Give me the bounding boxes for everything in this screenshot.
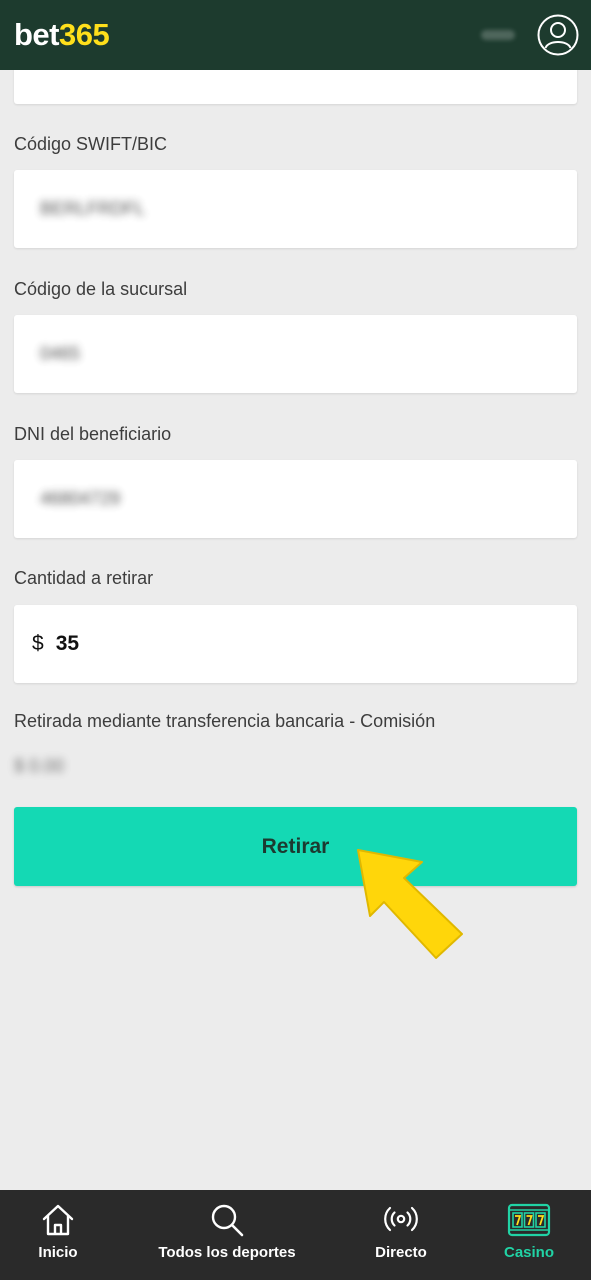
nav-item-casino[interactable]: Casino (482, 1190, 576, 1280)
branch-label: Código de la sucursal (14, 279, 188, 299)
home-icon (42, 1204, 74, 1236)
swift-label: Código SWIFT/BIC (14, 134, 168, 154)
amount-value: 35 (55, 632, 80, 655)
slot-machine-icon (507, 1203, 551, 1237)
bet365-logo[interactable]: bet 365 (14, 17, 110, 53)
amount-input[interactable]: $ 35 (32, 632, 79, 656)
nav-item-all-sports[interactable]: Todos los deportes (143, 1190, 311, 1280)
withdrawal-page: Código SWIFT/BIC BERLFRDFL Código de la … (0, 0, 591, 1280)
account-icon[interactable] (537, 14, 579, 56)
dni-value: 46804729 (40, 488, 121, 509)
logo-number: 365 (59, 17, 110, 52)
logo-main: bet (14, 17, 60, 52)
live-broadcast-icon (384, 1206, 418, 1232)
swift-value: BERLFRDFL (40, 198, 146, 219)
nav-item-home[interactable]: Inicio (10, 1190, 106, 1280)
dni-label: DNI del beneficiario (14, 424, 172, 444)
nav-label-casino: Casino (503, 1244, 554, 1261)
search-icon (211, 1204, 244, 1237)
bottom-nav: Inicio Todos los deportes Directo Casino (0, 1190, 591, 1280)
amount-label: Cantidad a retirar (14, 568, 154, 588)
nav-item-live[interactable]: Directo (351, 1190, 451, 1280)
pointer-arrow-icon (357, 849, 463, 959)
nav-label-live: Directo (375, 1244, 427, 1261)
branch-value: 0465 (40, 343, 81, 364)
nav-label-all-sports: Todos los deportes (158, 1244, 296, 1261)
dni-field[interactable]: 46804729 (14, 460, 577, 538)
swift-field[interactable]: BERLFRDFL (14, 170, 577, 248)
fee-label: Retirada mediante transferencia bancaria… (14, 711, 436, 731)
withdraw-button[interactable]: Retirar (14, 807, 577, 886)
amount-field[interactable]: $ 35 (14, 605, 577, 683)
nav-label-home: Inicio (38, 1244, 78, 1261)
top-header: bet 365 (0, 0, 591, 70)
fee-value: $ 0.00 (14, 756, 65, 776)
balance-indicator[interactable] (481, 30, 515, 40)
header-right (481, 14, 579, 56)
branch-field[interactable]: 0465 (14, 315, 577, 393)
currency-symbol: $ (32, 632, 44, 655)
